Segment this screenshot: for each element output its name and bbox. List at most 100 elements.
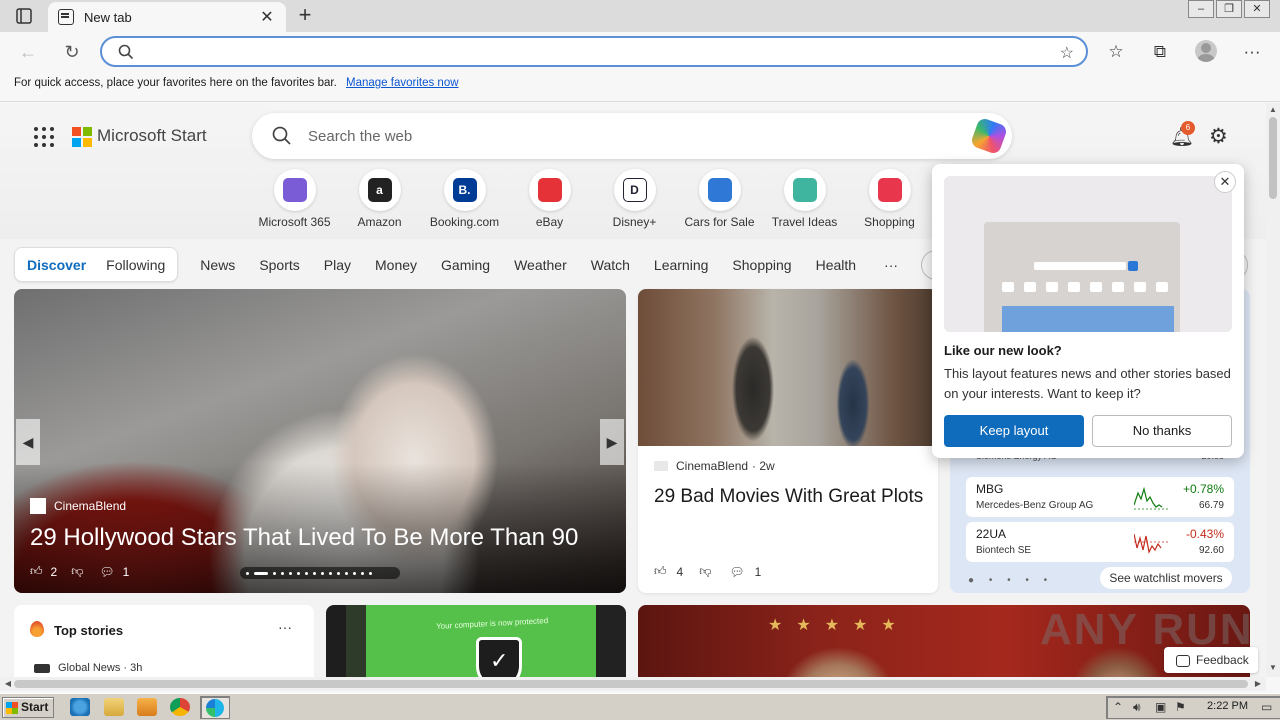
- refresh-button[interactable]: ↻: [60, 40, 84, 64]
- scroll-up-icon[interactable]: ▲: [1266, 105, 1280, 117]
- settings-gear-icon[interactable]: ⚙: [1209, 124, 1228, 149]
- add-favorite-icon[interactable]: ☆: [1060, 43, 1074, 63]
- profile-avatar[interactable]: [1195, 40, 1217, 62]
- action-center-icon[interactable]: ⚑: [1175, 700, 1186, 714]
- category-news[interactable]: News: [200, 257, 235, 273]
- internet-explorer-icon[interactable]: [70, 698, 90, 716]
- hero-source: CinemaBlend: [30, 498, 126, 514]
- dislike-icon[interactable]: 👎︎: [71, 564, 83, 579]
- copilot-icon[interactable]: [969, 116, 1009, 156]
- feed-toggle: Discover Following: [14, 247, 179, 282]
- like-icon[interactable]: 👍︎: [30, 564, 43, 579]
- address-input[interactable]: [142, 42, 1022, 62]
- top-stories-more-button[interactable]: ···: [278, 619, 292, 635]
- tray-expand-icon[interactable]: ⌃: [1113, 700, 1123, 714]
- feedback-button[interactable]: Feedback: [1164, 647, 1258, 673]
- quick-link[interactable]: B. Booking.com: [422, 169, 507, 229]
- security-article-card[interactable]: Your computer is now protected: [326, 605, 626, 677]
- back-button[interactable]: ←: [16, 40, 40, 64]
- address-bar[interactable]: ☆: [100, 36, 1088, 67]
- hero-headline[interactable]: 29 Hollywood Stars That Lived To Be More…: [30, 524, 578, 552]
- tab-new-tab[interactable]: New tab ✕: [48, 2, 286, 32]
- tab-discover[interactable]: Discover: [27, 257, 86, 273]
- taskbar-clock[interactable]: 2:22 PM: [1207, 700, 1248, 712]
- favorites-icon[interactable]: ☆: [1105, 41, 1127, 63]
- disney-icon: D: [622, 178, 647, 202]
- start-button[interactable]: Start: [2, 697, 54, 718]
- comment-icon[interactable]: 💬︎: [729, 565, 744, 579]
- quick-link[interactable]: Shopping: [847, 169, 932, 229]
- network-icon[interactable]: ▣: [1155, 700, 1166, 714]
- vertical-scrollbar[interactable]: ▲ ▼: [1266, 103, 1280, 677]
- file-explorer-icon[interactable]: [104, 698, 124, 716]
- carousel-next-button[interactable]: ▶: [600, 419, 624, 465]
- dislike-icon[interactable]: 👎︎: [699, 564, 711, 579]
- brand-title[interactable]: Microsoft Start: [97, 126, 207, 146]
- more-categories-button[interactable]: ···: [884, 257, 898, 273]
- horizontal-scrollbar[interactable]: ◀ ▶: [0, 677, 1266, 691]
- category-sports[interactable]: Sports: [259, 257, 299, 273]
- quick-link[interactable]: eBay: [507, 169, 592, 229]
- article-reactions: 👍︎ 4 👎︎ 💬︎ 1: [654, 564, 771, 579]
- collections-icon[interactable]: ⧉: [1149, 41, 1171, 63]
- category-watch[interactable]: Watch: [591, 257, 630, 273]
- category-shopping[interactable]: Shopping: [732, 257, 791, 273]
- quick-link[interactable]: Travel Ideas: [762, 169, 847, 229]
- keep-layout-button[interactable]: Keep layout: [944, 415, 1084, 447]
- category-weather[interactable]: Weather: [514, 257, 567, 273]
- quick-link[interactable]: Cars for Sale: [677, 169, 762, 229]
- hero-carousel[interactable]: ◀ ▶ CinemaBlend 29 Hollywood Stars That …: [14, 289, 626, 593]
- quick-link[interactable]: D Disney+: [592, 169, 677, 229]
- stock-change: +0.78%: [1182, 482, 1224, 496]
- article-card[interactable]: CinemaBlend · 2w 29 Bad Movies With Grea…: [638, 289, 938, 593]
- category-health[interactable]: Health: [816, 257, 856, 273]
- more-menu-icon[interactable]: ···: [1241, 41, 1263, 63]
- category-gaming[interactable]: Gaming: [441, 257, 490, 273]
- scroll-down-icon[interactable]: ▼: [1266, 663, 1280, 675]
- quick-link[interactable]: a Amazon: [337, 169, 422, 229]
- taskbar-edge-active[interactable]: [200, 696, 230, 719]
- quick-link-label: Travel Ideas: [771, 215, 838, 229]
- watchlist-page-dots[interactable]: ● • • • •: [968, 575, 1053, 586]
- stock-row[interactable]: MBG Mercedes-Benz Group AG +0.78% 66.79: [966, 477, 1234, 517]
- restore-button[interactable]: ❐: [1216, 0, 1242, 18]
- close-popup-icon[interactable]: ✕: [1214, 171, 1236, 193]
- category-money[interactable]: Money: [375, 257, 417, 273]
- stock-price: 66.79: [1198, 500, 1224, 511]
- scroll-thumb[interactable]: [14, 680, 1248, 688]
- scroll-thumb[interactable]: [1269, 117, 1277, 199]
- article-source: CinemaBlend · 2w: [654, 459, 775, 473]
- tab-following[interactable]: Following: [106, 257, 165, 273]
- carousel-indicators[interactable]: [240, 567, 400, 579]
- carousel-prev-button[interactable]: ◀: [16, 419, 40, 465]
- minimize-button[interactable]: –: [1188, 0, 1214, 18]
- manage-favorites-link[interactable]: Manage favorites now: [346, 77, 459, 89]
- article-headline[interactable]: 29 Bad Movies With Great Plots: [654, 484, 924, 510]
- tab-actions-button[interactable]: [10, 6, 38, 26]
- media-player-icon[interactable]: [137, 698, 157, 716]
- scroll-right-icon[interactable]: ▶: [1252, 677, 1264, 691]
- edge-icon: [206, 699, 224, 717]
- taskbar: Start ⌃ 🔊︎ ▣ ⚑ ▭ 2:22 PM: [0, 693, 1280, 720]
- category-play[interactable]: Play: [324, 257, 351, 273]
- volume-icon[interactable]: 🔊︎: [1133, 700, 1141, 715]
- close-window-button[interactable]: ✕: [1244, 0, 1270, 18]
- app-launcher-icon[interactable]: [34, 127, 54, 147]
- scroll-left-icon[interactable]: ◀: [2, 677, 14, 691]
- microsoft-logo-icon: [72, 127, 92, 147]
- system-tray: ⌃ 🔊︎ ▣ ⚑ ▭: [1106, 696, 1280, 719]
- watchlist-movers-link[interactable]: See watchlist movers: [1100, 567, 1232, 589]
- popup-body: This layout features news and other stor…: [944, 366, 1231, 401]
- quick-link[interactable]: Microsoft 365: [252, 169, 337, 229]
- close-tab-icon[interactable]: ✕: [258, 7, 276, 27]
- like-icon[interactable]: 👍︎: [654, 564, 667, 579]
- new-tab-button[interactable]: +: [292, 4, 318, 28]
- stock-row[interactable]: 22UA Biontech SE -0.43% 92.60: [966, 522, 1234, 562]
- category-learning[interactable]: Learning: [654, 257, 709, 273]
- comment-icon[interactable]: 💬︎: [99, 565, 114, 579]
- web-search-box[interactable]: Search the web: [252, 113, 1012, 159]
- chrome-icon[interactable]: [170, 698, 190, 716]
- show-desktop-icon[interactable]: ▭: [1261, 700, 1272, 714]
- stock-symbol: 22UA: [976, 527, 1007, 541]
- no-thanks-button[interactable]: No thanks: [1092, 415, 1232, 447]
